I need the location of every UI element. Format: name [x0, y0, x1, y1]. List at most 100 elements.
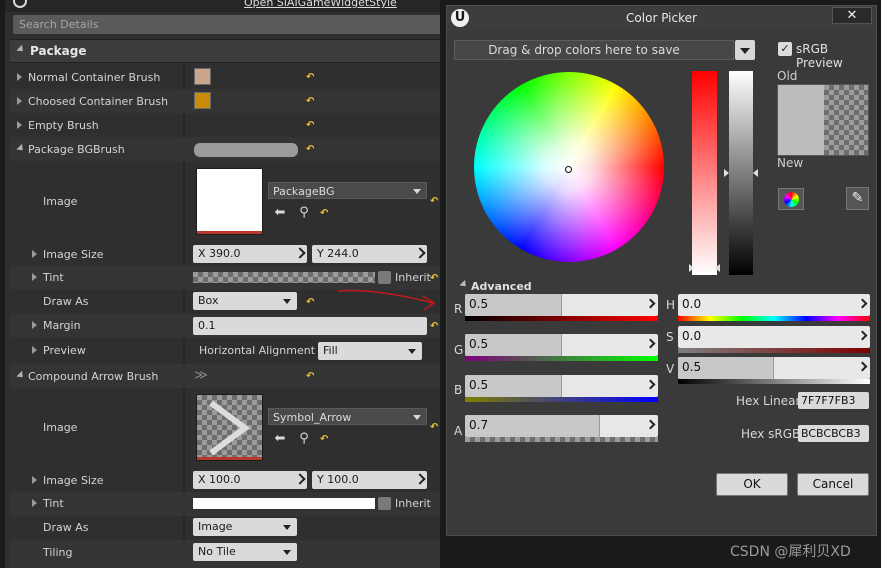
size-x-field[interactable]: X 100.0 — [193, 471, 307, 489]
h-gradient — [678, 316, 870, 321]
expand-arrow-icon[interactable] — [16, 143, 26, 154]
old-color-swatch — [778, 85, 824, 155]
eyedropper-button[interactable]: ✎ — [846, 187, 869, 210]
title-bar[interactable]: U Color Picker ✕ — [447, 6, 876, 30]
tint-color-bar[interactable] — [193, 272, 375, 283]
browse-search-icon[interactable]: ⚲ — [297, 432, 311, 446]
expand-arrow-icon[interactable] — [32, 321, 37, 329]
category-label: Package — [30, 44, 87, 58]
h-slider[interactable]: 0.0 — [678, 294, 870, 316]
tiling-select[interactable]: No Tile — [193, 543, 297, 561]
image-thumbnail-arrow[interactable] — [196, 394, 263, 461]
row-tint-arrow: Tint Inherit — [10, 492, 450, 516]
b-slider[interactable]: 0.5 — [465, 375, 658, 397]
expand-arrow-icon[interactable] — [32, 273, 37, 281]
size-y-field[interactable]: Y 244.0 — [312, 245, 427, 263]
saturation-slider[interactable] — [689, 71, 720, 275]
top-bar: Open SlAIGameWidgetStyle — [5, 0, 450, 12]
arrow-brush-preview-icon[interactable]: ≫ — [194, 369, 208, 383]
reset-arrow-icon[interactable]: ↶ — [306, 145, 316, 155]
use-selected-arrow-icon[interactable]: ⬅ — [273, 432, 287, 446]
ok-button[interactable]: OK — [716, 473, 788, 496]
property-label: Compound Arrow Brush — [28, 370, 159, 383]
reset-arrow-icon[interactable]: ↶ — [320, 209, 330, 219]
margin-field[interactable]: 0.1 — [193, 317, 427, 335]
reset-arrow-icon[interactable]: ↶ — [306, 97, 316, 107]
property-label: Image Size — [43, 474, 104, 487]
draw-as-select[interactable]: Image — [193, 518, 297, 536]
search-input[interactable]: Search Details — [13, 15, 450, 34]
old-new-preview — [777, 84, 869, 156]
v-slider[interactable]: 0.5 — [678, 357, 870, 379]
tint-color-bar[interactable] — [193, 498, 375, 509]
horizontal-alignment-select[interactable]: Fill — [318, 342, 422, 360]
hex-srgb-field[interactable]: BCBCBCB3 — [798, 425, 869, 442]
brush-preview[interactable] — [194, 143, 298, 157]
expand-arrow-icon[interactable] — [17, 97, 22, 105]
color-wheel-mode-button[interactable] — [778, 188, 804, 210]
reset-arrow-icon[interactable]: ↶ — [306, 73, 316, 83]
channel-label-s: S — [666, 330, 674, 344]
srgb-preview-checkbox[interactable]: ✓ — [778, 42, 792, 56]
expand-arrow-icon[interactable] — [16, 44, 26, 55]
slider-value: 0.5 — [469, 297, 489, 311]
reset-arrow-icon[interactable]: ↶ — [430, 197, 440, 207]
browse-search-icon[interactable]: ⚲ — [297, 206, 311, 220]
reset-arrow-icon[interactable]: ↶ — [306, 298, 316, 308]
row-compound-arrow-brush: Compound Arrow Brush ≫ ↶ — [10, 364, 450, 388]
property-label: Draw As — [43, 521, 89, 534]
r-slider[interactable]: 0.5 — [465, 294, 658, 316]
reset-arrow-icon[interactable]: ↶ — [430, 322, 440, 332]
g-slider[interactable]: 0.5 — [465, 334, 658, 356]
slider-marker — [753, 169, 758, 177]
color-swatch-choosed[interactable] — [194, 92, 211, 109]
annotation-arrow-icon — [337, 289, 436, 311]
close-button[interactable]: ✕ — [832, 7, 872, 24]
cancel-button[interactable]: Cancel — [797, 473, 869, 496]
value-slider[interactable] — [724, 71, 758, 275]
property-label: Margin — [43, 319, 81, 332]
inherit-checkbox[interactable] — [378, 497, 391, 510]
size-x-field[interactable]: X 390.0 — [193, 245, 307, 263]
spin-icon — [645, 379, 656, 390]
color-themes-bar[interactable]: Drag & drop colors here to save — [454, 40, 734, 60]
wheel-cursor[interactable] — [565, 166, 572, 173]
size-y-field[interactable]: Y 100.0 — [312, 471, 427, 489]
collapse-arrow-icon[interactable] — [459, 279, 469, 290]
inherit-checkbox[interactable] — [378, 271, 391, 284]
asset-combo[interactable]: PackageBG — [268, 182, 427, 199]
expand-arrow-icon[interactable] — [17, 73, 22, 81]
slider-marker — [715, 264, 720, 272]
expand-arrow-icon[interactable] — [17, 121, 22, 129]
reset-arrow-icon[interactable]: ↶ — [320, 435, 330, 445]
expand-arrow-icon[interactable] — [32, 499, 37, 507]
property-label: Image — [43, 195, 78, 208]
asset-combo[interactable]: Symbol_Arrow — [268, 408, 427, 425]
category-package[interactable]: Package — [10, 39, 450, 63]
reset-arrow-icon[interactable]: ↶ — [430, 274, 440, 284]
slider-value: 0.0 — [682, 297, 702, 311]
expand-arrow-icon[interactable] — [16, 370, 26, 381]
g-gradient — [465, 356, 658, 361]
image-thumbnail[interactable] — [196, 168, 263, 235]
hex-linear-field[interactable]: 7F7F7FB3 — [798, 392, 869, 409]
expand-arrow-icon[interactable] — [32, 250, 37, 258]
color-swatch-normal[interactable] — [194, 68, 211, 85]
r-gradient — [465, 316, 658, 321]
draw-as-select[interactable]: Box — [193, 292, 297, 310]
row-image-size-arrow: Image Size X 100.0 Y 100.0 — [10, 470, 450, 492]
use-selected-arrow-icon[interactable]: ⬅ — [273, 206, 287, 220]
row-empty-brush: Empty Brush ↶ — [10, 113, 450, 137]
reset-arrow-icon[interactable]: ↶ — [306, 372, 316, 382]
channel-label-h: H — [666, 298, 676, 312]
row-choosed-container-brush: Choosed Container Brush ↶ — [10, 89, 450, 113]
a-slider[interactable]: 0.7 — [465, 415, 658, 437]
open-style-link[interactable]: Open SlAIGameWidgetStyle — [244, 0, 397, 9]
reset-arrow-icon[interactable]: ↶ — [306, 121, 316, 131]
themes-dropdown-button[interactable] — [735, 40, 755, 60]
row-package-bgbrush: Package BGBrush ↶ — [10, 137, 450, 161]
reset-arrow-icon[interactable]: ↶ — [430, 423, 440, 433]
s-slider[interactable]: 0.0 — [678, 326, 870, 348]
expand-arrow-icon[interactable] — [32, 476, 37, 484]
expand-arrow-icon[interactable] — [32, 346, 37, 354]
